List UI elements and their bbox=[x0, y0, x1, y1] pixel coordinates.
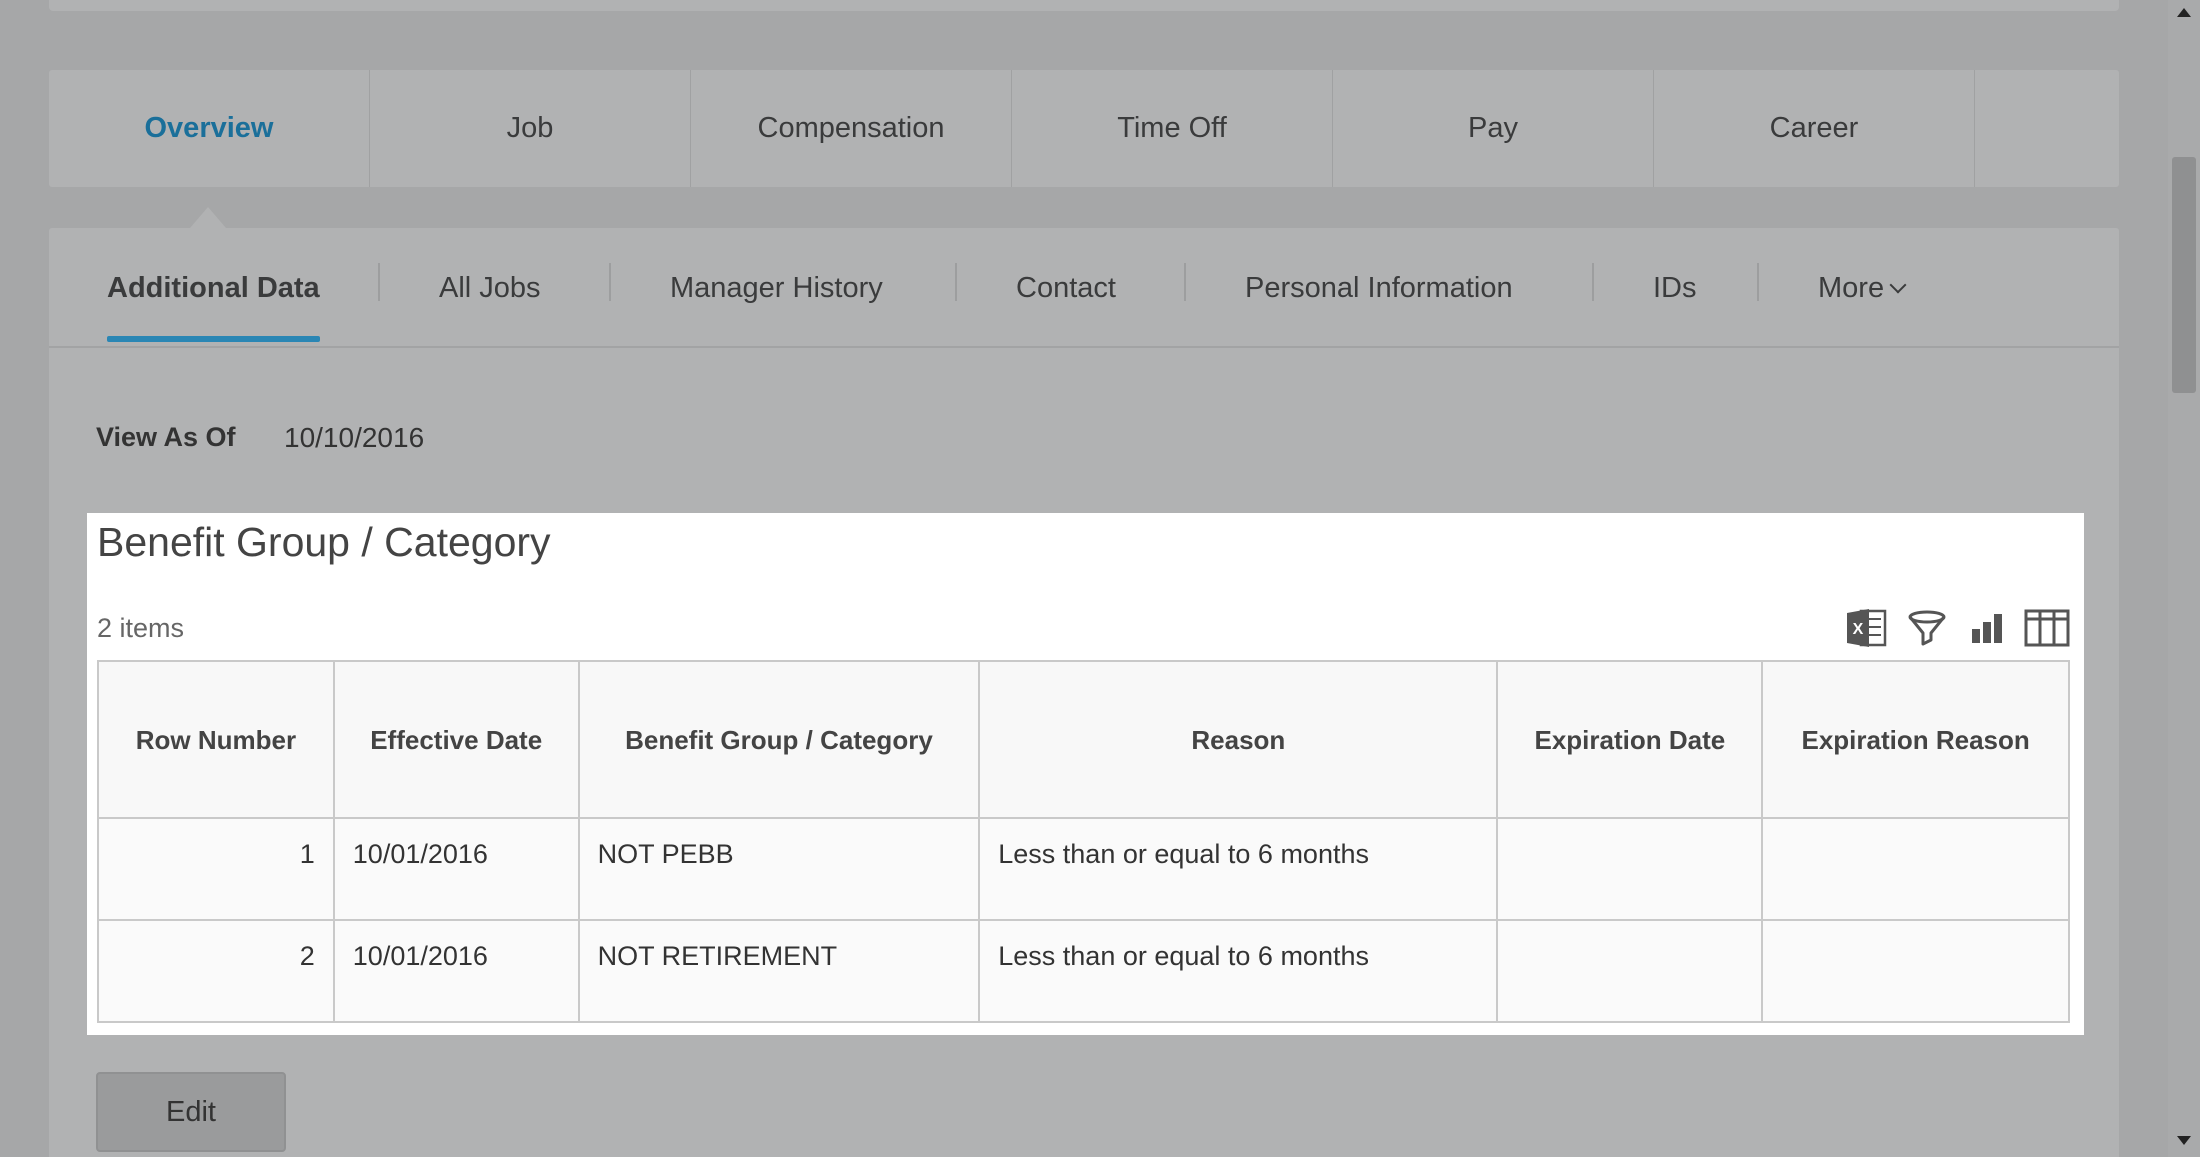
cell-row-number: 2 bbox=[97, 919, 335, 1023]
subtab-ids[interactable]: IDs bbox=[1653, 228, 1697, 348]
subtab-all-jobs[interactable]: All Jobs bbox=[439, 228, 541, 348]
subtab-more-label: More bbox=[1818, 271, 1885, 304]
subtab-manager-history[interactable]: Manager History bbox=[670, 228, 883, 348]
cell-benefit-group: NOT RETIREMENT bbox=[577, 919, 981, 1023]
col-benefit-group-category[interactable]: Benefit Group / Category bbox=[577, 660, 981, 819]
vertical-scrollbar[interactable] bbox=[2168, 0, 2200, 1157]
cell-expiration-reason bbox=[1761, 817, 2070, 921]
cell-benefit-group: NOT PEBB bbox=[577, 817, 981, 921]
col-expiration-reason[interactable]: Expiration Reason bbox=[1761, 660, 2070, 819]
sub-tab-bar: Additional Data All Jobs Manager History… bbox=[49, 228, 2119, 348]
tab-compensation[interactable]: Compensation bbox=[691, 70, 1012, 187]
cell-reason: Less than or equal to 6 months bbox=[978, 919, 1499, 1023]
subtab-divider bbox=[1757, 263, 1759, 301]
grid-item-count: 2 items bbox=[97, 613, 185, 643]
scroll-down-arrow-icon[interactable] bbox=[2177, 1136, 2191, 1145]
col-expiration-date[interactable]: Expiration Date bbox=[1496, 660, 1764, 819]
edit-button[interactable]: Edit bbox=[96, 1072, 286, 1152]
subtab-divider bbox=[1592, 263, 1594, 301]
filter-icon[interactable] bbox=[1904, 605, 1950, 651]
chart-icon[interactable] bbox=[1964, 605, 2010, 651]
cell-expiration-reason bbox=[1761, 919, 2070, 1023]
view-as-of-label: View As Of bbox=[96, 422, 236, 452]
subtab-more[interactable]: More bbox=[1818, 228, 1907, 348]
columns-icon[interactable] bbox=[2024, 605, 2070, 651]
subtab-contact[interactable]: Contact bbox=[1016, 228, 1116, 348]
top-panel-edge bbox=[49, 0, 2119, 11]
col-reason[interactable]: Reason bbox=[978, 660, 1499, 819]
svg-text:X: X bbox=[1853, 621, 1864, 638]
subtab-divider bbox=[609, 263, 611, 301]
table-row: 1 10/01/2016 NOT PEBB Less than or equal… bbox=[97, 817, 2070, 921]
subtab-divider bbox=[1184, 263, 1186, 301]
subtab-additional-data[interactable]: Additional Data bbox=[107, 228, 320, 348]
tab-overview[interactable]: Overview bbox=[49, 70, 370, 187]
table-header-row: Row Number Effective Date Benefit Group … bbox=[97, 660, 2070, 819]
col-effective-date[interactable]: Effective Date bbox=[332, 660, 580, 819]
subtab-personal-information[interactable]: Personal Information bbox=[1245, 228, 1513, 348]
excel-export-icon[interactable]: X bbox=[1844, 605, 1890, 651]
col-row-number[interactable]: Row Number bbox=[97, 660, 335, 819]
active-subtab-underline bbox=[107, 336, 320, 342]
grid-title: Benefit Group / Category bbox=[97, 519, 551, 565]
scrollbar-thumb[interactable] bbox=[2172, 157, 2196, 393]
view-as-of-value: 10/10/2016 bbox=[284, 422, 425, 453]
cell-effective-date: 10/01/2016 bbox=[332, 919, 580, 1023]
grid-toolbar: X bbox=[1844, 605, 2070, 651]
benefit-group-table: Row Number Effective Date Benefit Group … bbox=[97, 660, 2070, 1023]
cell-reason: Less than or equal to 6 months bbox=[978, 817, 1499, 921]
cell-effective-date: 10/01/2016 bbox=[332, 817, 580, 921]
benefit-group-grid: Benefit Group / Category 2 items X Row N… bbox=[87, 513, 2084, 1035]
table-row: 2 10/01/2016 NOT RETIREMENT Less than or… bbox=[97, 919, 2070, 1023]
tab-career[interactable]: Career bbox=[1654, 70, 1975, 187]
tab-pay[interactable]: Pay bbox=[1333, 70, 1654, 187]
cell-row-number: 1 bbox=[97, 817, 335, 921]
cell-expiration-date bbox=[1496, 817, 1764, 921]
subtab-divider bbox=[955, 263, 957, 301]
scroll-up-arrow-icon[interactable] bbox=[2177, 8, 2191, 17]
cell-expiration-date bbox=[1496, 919, 1764, 1023]
chevron-down-icon bbox=[1889, 276, 1907, 294]
main-tab-bar: Overview Job Compensation Time Off Pay C… bbox=[49, 70, 2119, 187]
tab-time-off[interactable]: Time Off bbox=[1012, 70, 1333, 187]
subtab-divider bbox=[378, 263, 380, 301]
tab-job[interactable]: Job bbox=[370, 70, 691, 187]
tab-bar-spacer bbox=[1975, 70, 2115, 187]
active-tab-pointer bbox=[190, 207, 226, 228]
